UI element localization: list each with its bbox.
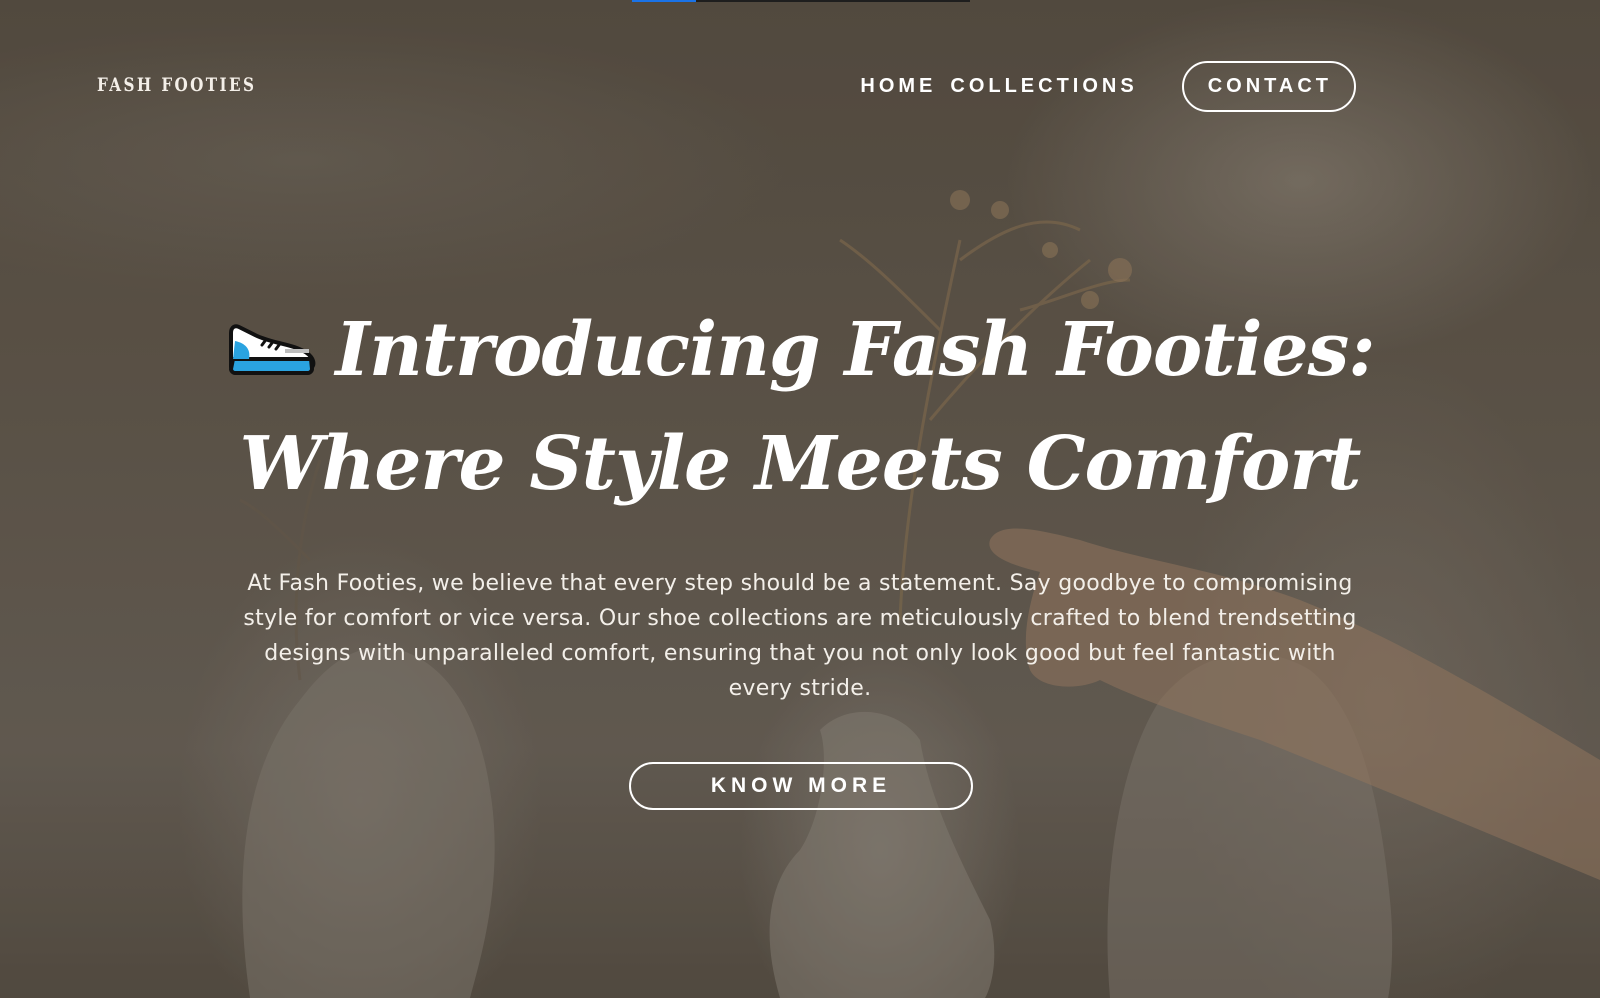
main-nav: HOME COLLECTIONS CONTACT: [860, 60, 1356, 112]
brand-logo[interactable]: FASH FOOTIES: [97, 74, 256, 96]
nav-contact-button[interactable]: CONTACT: [1181, 60, 1356, 112]
nav-home-link[interactable]: HOME: [860, 75, 936, 98]
hero-title-line-1: Introducing Fash Footies:: [0, 296, 1600, 410]
hero-title-line-2: Where Style Meets Comfort: [239, 420, 1362, 507]
hero-description: At Fash Footies, we believe that every s…: [243, 571, 1357, 701]
hero-title: Introducing Fash Footies: Where Style Me…: [0, 296, 1600, 518]
nav-collections-link[interactable]: COLLECTIONS: [950, 75, 1137, 98]
landing-page: FASH FOOTIES HOME COLLECTIONS CONTACT In…: [0, 0, 1600, 998]
sneaker-icon: [225, 296, 317, 404]
hero-title-line-1-text: Introducing Fash Footies:: [335, 307, 1375, 393]
page-load-progress-bar: [632, 0, 970, 2]
know-more-button[interactable]: KNOW MORE: [629, 762, 973, 810]
page-load-progress-fill: [632, 0, 697, 2]
